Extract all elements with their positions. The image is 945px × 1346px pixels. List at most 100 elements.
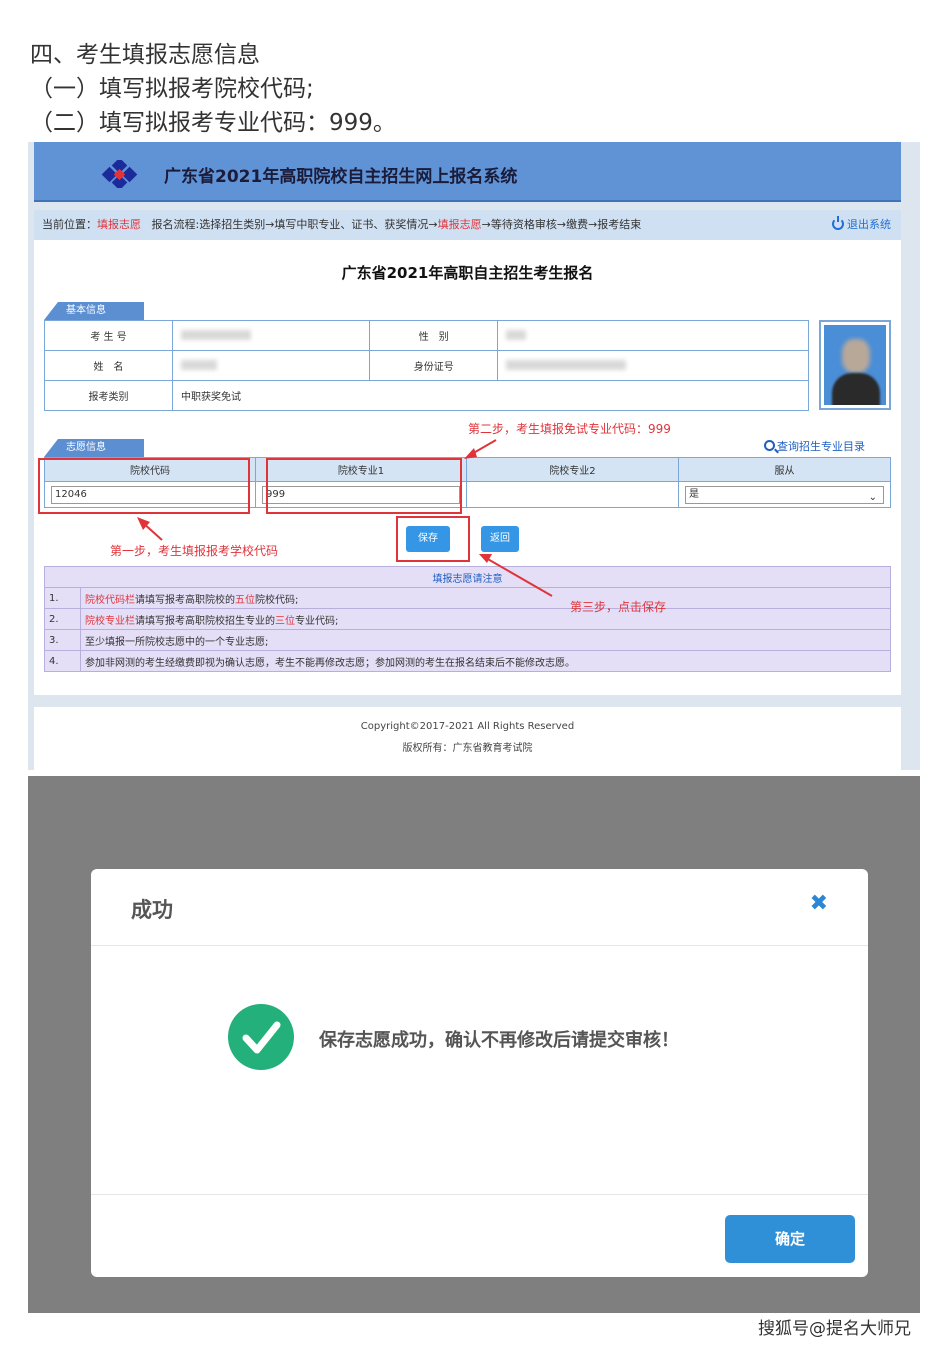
form-panel: 广东省2021年高职自主招生考生报名 基本信息 考 生 号 性 别 姓 名 身份… [34,240,901,695]
col-obey: 服从 [678,457,891,482]
major2-cell [466,481,679,508]
flow-current: 填报志愿 [437,218,482,231]
annotation-step3: 第三步，点击保存 [570,600,667,614]
copyright-text: Copyright©2017-2021 All Rights Reserved [360,721,575,732]
basic-info-tab: 基本信息 [44,302,144,320]
annotation-step1: 第一步，考生填报报考学校代码 [110,544,279,558]
intro-step2: （二）填写拟报考专业代码：999。 [30,110,396,136]
note-num: 4. [44,650,81,672]
form-title: 广东省2021年高职自主招生考生报名 [341,264,594,282]
crumb-label: 当前位置： [42,218,97,231]
breadcrumb: 当前位置：填报志愿 报名流程:选择招生类别→填写中职专业、证书、获奖情况→填报志… [34,210,901,240]
query-major-link[interactable]: 查询招生专业目录 [764,438,865,454]
note-num: 2. [44,608,81,630]
note-red: 三位 [275,615,295,627]
name-value [171,350,371,381]
note-red: 院校代码栏 [85,594,135,606]
table-row: 考 生 号 性 别 [44,320,809,351]
note-mid: 请填写报考高职院校招生专业的 [135,615,275,627]
owner-text: 版权所有：广东省教育考试院 [402,743,533,754]
highlight-school-code [38,458,250,514]
check-circle-icon [228,1004,294,1070]
note-num: 3. [44,629,81,651]
note-text: 院校代码栏请填写报考高职院校的五位院校代码; [80,587,891,609]
intro-text: 四、考生填报志愿信息 （一）填写拟报考院校代码; （二）填写拟报考专业代码：99… [30,38,396,140]
redacted-value [181,360,217,370]
note-red: 院校专业栏 [85,615,135,627]
success-screenshot: 成功 ✖ 保存志愿成功，确认不再修改后请提交审核！ 确定 [28,776,920,1313]
note-num: 1. [44,587,81,609]
category-value: 中职获奖免试 [172,380,809,411]
table-row: 姓 名 身份证号 [44,350,809,381]
power-icon [832,216,844,230]
redacted-value [506,330,527,340]
logout-label: 退出系统 [847,218,891,231]
divider [91,1194,868,1195]
photo-body [832,373,880,405]
obey-cell: 是 ⌄ [678,481,891,508]
note-mid: 请填写报考高职院校的 [135,594,235,606]
ok-button[interactable]: 确定 [725,1215,855,1263]
col-major2: 院校专业2 [466,457,679,482]
app-title: 广东省2021年高职院校自主招生网上报名系统 [164,167,518,187]
table-row: 报考类别 中职获奖免试 [44,380,809,411]
photo-face [842,339,870,373]
obey-select[interactable]: 是 ⌄ [685,485,884,504]
list-item: 1. 院校代码栏请填写报考高职院校的五位院校代码; [44,587,891,609]
flow-label: 报名流程: [151,218,200,231]
notes-table: 填报志愿请注意 1. 院校代码栏请填写报考高职院校的五位院校代码; 2. 院校专… [44,566,891,672]
arrow-head-step1 [137,517,150,530]
annotation-step2: 第二步，考生填报免试专业代码：999 [468,422,671,436]
flow-before: 选择招生类别→填写中职专业、证书、获奖情况→ [199,218,438,231]
basic-info-table: 考 生 号 性 别 姓 名 身份证号 报考类别 中职获奖免试 [44,320,809,411]
intro-step1: （一）填写拟报考院校代码; [30,76,314,102]
back-button[interactable]: 返回 [481,526,519,552]
note-red: 五位 [235,594,255,606]
arrow-line-step1 [141,521,163,541]
crumb-current: 填报志愿 [97,218,141,231]
highlight-save [396,516,470,562]
category-label: 报考类别 [44,380,173,411]
photo-image [824,325,886,405]
redacted-value [506,360,627,370]
id-no-value [497,350,809,381]
candidate-photo [819,320,891,410]
name-label: 姓 名 [44,350,173,381]
dialog-title: 成功 [131,898,173,922]
arrow-head-step3 [479,554,492,563]
id-no-label: 身份证号 [369,350,499,381]
note-text: 参加非网测的考生经缴费即视为确认志愿，考生不能再修改志愿；参加网测的考生在报名结… [80,650,891,672]
search-icon [764,440,775,451]
gender-label: 性 别 [369,320,499,351]
notes-head-row: 填报志愿请注意 [44,566,891,588]
checkmark-icon [242,1021,281,1054]
list-item: 2. 院校专业栏请填写报考高职院校招生专业的三位专业代码; [44,608,891,630]
divider [91,945,868,946]
highlight-major1 [266,458,462,514]
note-text: 至少填报一所院校志愿中的一个专业志愿; [80,629,891,651]
query-link-label: 查询招生专业目录 [777,440,865,453]
note-text: 院校专业栏请填写报考高职院校招生专业的三位专业代码; [80,608,891,630]
dialog-message: 保存志愿成功，确认不再修改后请提交审核！ [319,1030,679,1051]
app-banner: 广东省2021年高职院校自主招生网上报名系统 [34,142,901,202]
diamond-logo-icon [101,160,138,188]
list-item: 3. 至少填报一所院校志愿中的一个专业志愿; [44,629,891,651]
logout-link[interactable]: 退出系统 [832,210,891,240]
close-icon[interactable]: ✖ [810,891,828,916]
wish-info-tab: 志愿信息 [44,439,144,457]
obey-value: 是 [689,488,699,500]
intro-heading: 四、考生填报志愿信息 [30,42,260,68]
redacted-value [181,330,251,340]
exam-no-label: 考 生 号 [44,320,173,351]
major2-input[interactable] [473,485,672,504]
note-tail: 院校代码; [255,594,299,606]
chevron-down-icon: ⌄ [868,491,877,503]
exam-no-value [171,320,371,351]
page-footer: Copyright©2017-2021 All Rights Reserved … [34,707,901,770]
registration-screenshot: 广东省2021年高职院校自主招生网上报名系统 当前位置：填报志愿 报名流程:选择… [28,142,920,770]
success-dialog: 成功 ✖ 保存志愿成功，确认不再修改后请提交审核！ 确定 [91,869,868,1277]
note-tail: 专业代码; [295,615,339,627]
notes-head: 填报志愿请注意 [44,566,891,588]
list-item: 4. 参加非网测的考生经缴费即视为确认志愿，考生不能再修改志愿；参加网测的考生在… [44,650,891,672]
arrow-line-step2 [469,439,497,456]
